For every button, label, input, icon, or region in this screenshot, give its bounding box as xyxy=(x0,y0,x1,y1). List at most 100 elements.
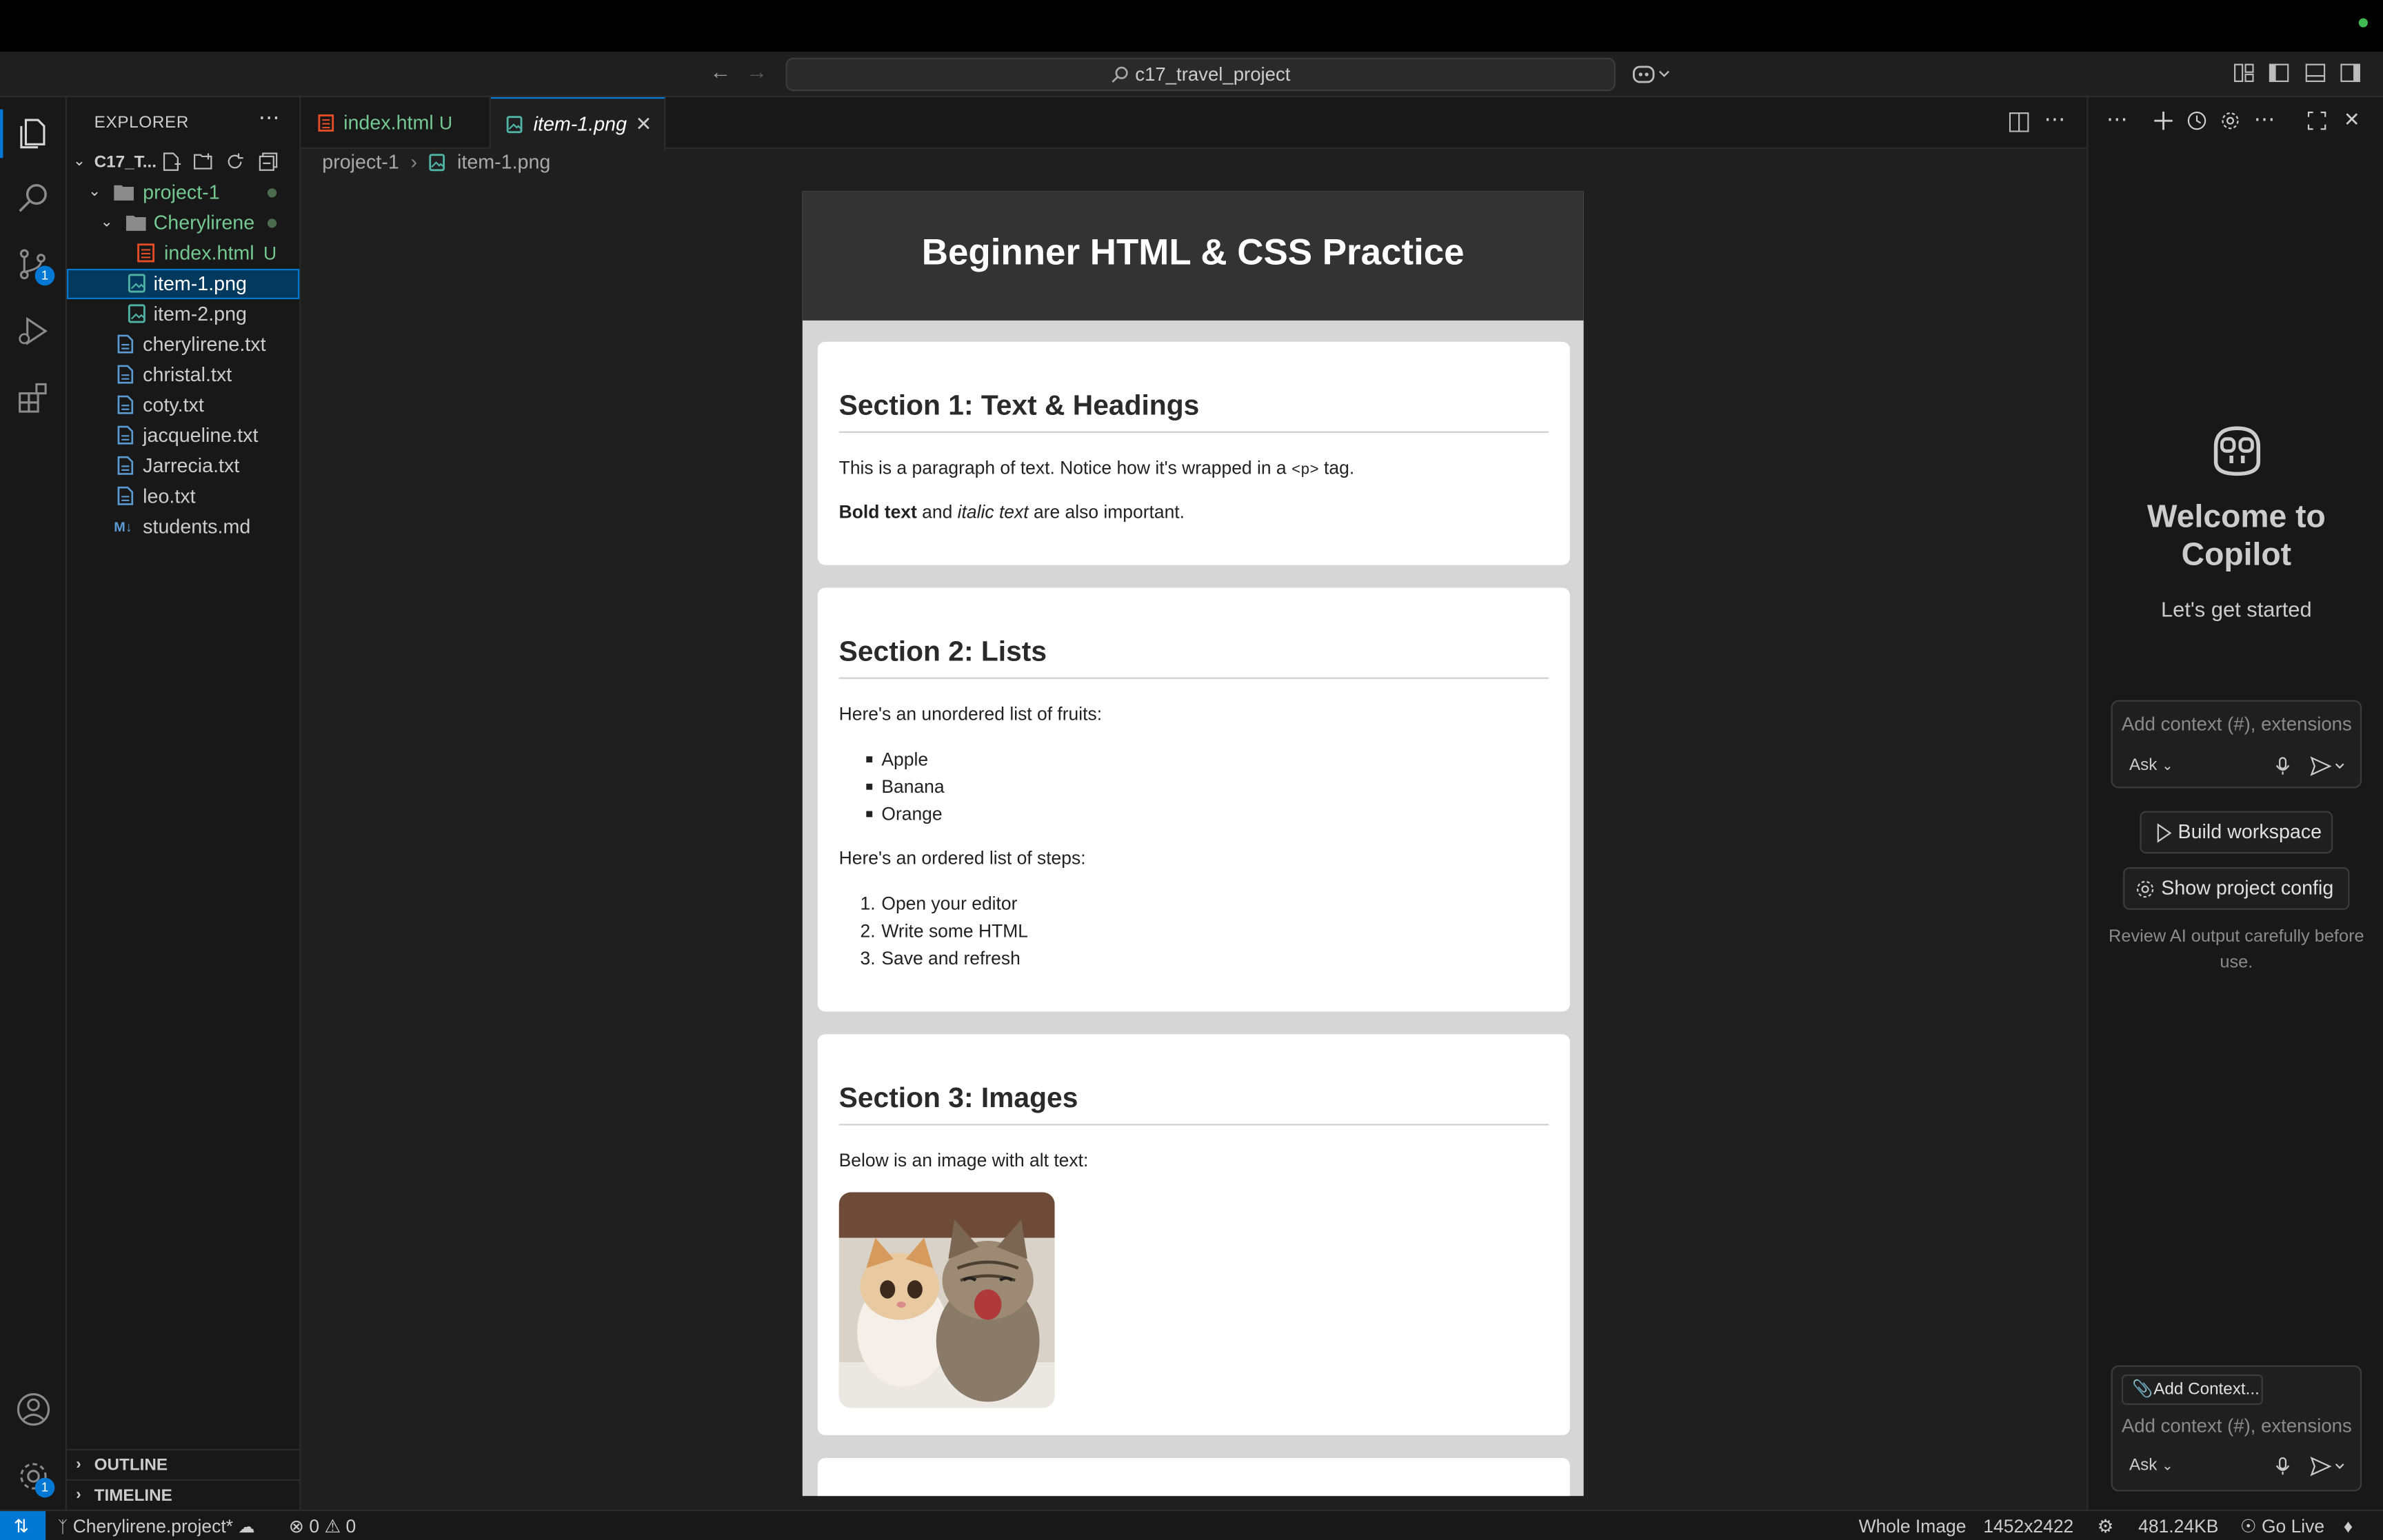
image-filesize: 481.24KB xyxy=(2138,1515,2219,1537)
more-actions-icon[interactable]: ⋯ xyxy=(2254,106,2275,132)
file-label: students.md xyxy=(143,514,251,538)
accounts-icon[interactable] xyxy=(15,1391,52,1428)
search-icon[interactable] xyxy=(15,181,52,217)
add-context-button[interactable]: 📎 Add Context... xyxy=(2121,1374,2263,1405)
bell-icon[interactable]: ♦ xyxy=(2344,1511,2353,1540)
copilot-status-icon[interactable]: ⚙ xyxy=(2098,1511,2114,1540)
text-file-icon xyxy=(117,456,134,475)
settings-count-badge: 1 xyxy=(34,1477,55,1498)
chat-input-placeholder: Add context (#), extensions xyxy=(2121,713,2352,736)
maximize-icon[interactable] xyxy=(2307,111,2327,131)
tab-label: index.html xyxy=(343,110,434,134)
text-file-icon xyxy=(117,486,134,505)
section-card-1: Section 1: Text & Headings This is a par… xyxy=(817,341,1570,565)
split-editor-icon[interactable] xyxy=(2009,112,2029,132)
manage-button[interactable]: 1 xyxy=(15,1458,55,1498)
list-item: 2. Write some HTML xyxy=(860,920,1029,942)
more-actions-icon[interactable]: ⋯ xyxy=(2107,106,2128,132)
show-project-config-button[interactable]: Show project config xyxy=(2123,867,2350,910)
branch-indicator[interactable]: ᛉ Cherylirene.project* ☁ xyxy=(58,1511,255,1540)
file-cherylirene-txt[interactable]: cherylirene.txt xyxy=(67,330,299,360)
zoom-mode[interactable]: Whole Image xyxy=(1859,1511,1967,1540)
gear-icon[interactable] xyxy=(2220,111,2240,131)
cloud-icon: ☁ xyxy=(238,1519,255,1537)
timeline-section[interactable]: › TIMELINE xyxy=(66,1479,300,1510)
command-center-search[interactable]: c17_travel_project xyxy=(785,57,1616,92)
error-icon: ⊗ xyxy=(288,1515,304,1537)
source-control-button[interactable]: 1 xyxy=(15,246,55,286)
file-leo-txt[interactable]: leo.txt xyxy=(67,481,299,511)
problems-indicator[interactable]: ⊗ 0 ⚠ 0 xyxy=(289,1511,356,1540)
section-heading: Section 3: Images xyxy=(838,1081,1078,1113)
chat-input-bottom[interactable]: 📎 Add Context... Add context (#), extensi… xyxy=(2111,1365,2362,1492)
image-file-icon xyxy=(128,274,145,293)
explorer-icon[interactable] xyxy=(15,115,52,152)
paragraph: This is a paragraph of text. Notice how … xyxy=(838,457,1355,480)
refresh-icon[interactable] xyxy=(225,152,245,172)
toggle-secondary-sidebar-icon[interactable] xyxy=(2340,63,2360,82)
more-actions-icon[interactable]: ⋯ xyxy=(2044,106,2066,132)
tab-index-html[interactable]: index.html U xyxy=(301,97,491,149)
folder-project-1[interactable]: ⌄ project-1 xyxy=(67,178,299,208)
microphone-icon[interactable] xyxy=(2275,1457,2291,1477)
file-jacqueline-txt[interactable]: jacqueline.txt xyxy=(67,421,299,451)
chat-input[interactable]: Add context (#), extensions Ask ⌄ xyxy=(2111,700,2362,789)
copilot-menu-icon[interactable] xyxy=(1632,62,1671,86)
toggle-panel-icon[interactable] xyxy=(2305,63,2326,82)
file-item-1-png[interactable]: item-1.png xyxy=(66,268,300,300)
folder-label: project-1 xyxy=(143,181,220,204)
git-modified-dot xyxy=(267,219,277,228)
remote-indicator[interactable]: ⇅ xyxy=(0,1511,46,1540)
send-icon[interactable] xyxy=(2310,756,2346,776)
file-students-md[interactable]: M↓ students.md xyxy=(67,511,299,542)
paperclip-icon: 📎 xyxy=(2132,1380,2153,1399)
text-file-icon xyxy=(117,395,134,414)
customize-layout-icon[interactable] xyxy=(2234,63,2254,82)
close-icon[interactable]: ✕ xyxy=(635,99,652,150)
list-item: 1. Open your editor xyxy=(860,893,1018,915)
new-file-icon[interactable] xyxy=(161,152,181,172)
title-bar: ← → c17_travel_project xyxy=(0,51,2383,98)
collapse-all-icon[interactable] xyxy=(259,152,279,172)
scm-count-badge: 1 xyxy=(34,265,55,286)
file-index-html[interactable]: index.html U xyxy=(67,239,299,269)
activity-bar: 1 1 xyxy=(0,97,67,1510)
file-coty-txt[interactable]: coty.txt xyxy=(67,390,299,421)
file-jarrecia-txt[interactable]: Jarrecia.txt xyxy=(67,451,299,481)
toggle-primary-sidebar-icon[interactable] xyxy=(2269,63,2289,82)
build-workspace-button[interactable]: Build workspace xyxy=(2140,811,2333,854)
file-christal-txt[interactable]: christal.txt xyxy=(67,360,299,390)
new-folder-icon[interactable] xyxy=(193,152,214,172)
paragraph: Here's an unordered list of fruits: xyxy=(838,703,1103,725)
mode-dropdown[interactable]: Ask ⌄ xyxy=(2129,1457,2173,1475)
outline-section[interactable]: › OUTLINE xyxy=(66,1448,300,1479)
text-file-icon xyxy=(117,365,134,384)
timeline-label: TIMELINE xyxy=(94,1486,172,1506)
run-debug-icon[interactable] xyxy=(15,313,52,349)
send-icon[interactable] xyxy=(2310,1456,2346,1477)
extensions-icon[interactable] xyxy=(15,380,52,416)
gear-icon xyxy=(2136,880,2154,898)
microphone-icon[interactable] xyxy=(2275,756,2291,776)
forward-arrow-icon[interactable]: → xyxy=(746,59,767,83)
breadcrumb-folder[interactable]: project-1 xyxy=(322,150,399,173)
os-menubar xyxy=(0,0,2383,52)
breadcrumb-file[interactable]: item-1.png xyxy=(457,150,550,173)
history-icon[interactable] xyxy=(2187,111,2207,131)
section-heading: Section 2: Lists xyxy=(838,634,1047,667)
workspace-root[interactable]: ⌄ C17_T... xyxy=(67,148,299,178)
more-actions-icon[interactable]: ⋯ xyxy=(259,105,280,130)
open-folder-icon xyxy=(114,185,134,201)
go-live-button[interactable]: ☉ Go Live xyxy=(2240,1511,2324,1540)
file-item-2-png[interactable]: item-2.png xyxy=(67,299,299,330)
tab-item-1-png[interactable]: item-1.png ✕ xyxy=(490,97,666,151)
close-icon[interactable]: ✕ xyxy=(2344,108,2360,132)
list-item: Orange xyxy=(866,803,943,824)
back-arrow-icon[interactable]: ← xyxy=(710,59,731,83)
welcome-title: Welcome to xyxy=(2146,499,2326,535)
chevron-down-icon: ⌄ xyxy=(100,214,113,231)
folder-cherylirene[interactable]: ⌄ Cherylirene xyxy=(67,208,299,239)
mode-dropdown[interactable]: Ask ⌄ xyxy=(2129,756,2173,774)
new-chat-icon[interactable] xyxy=(2153,111,2173,131)
image-file-icon xyxy=(429,154,445,172)
